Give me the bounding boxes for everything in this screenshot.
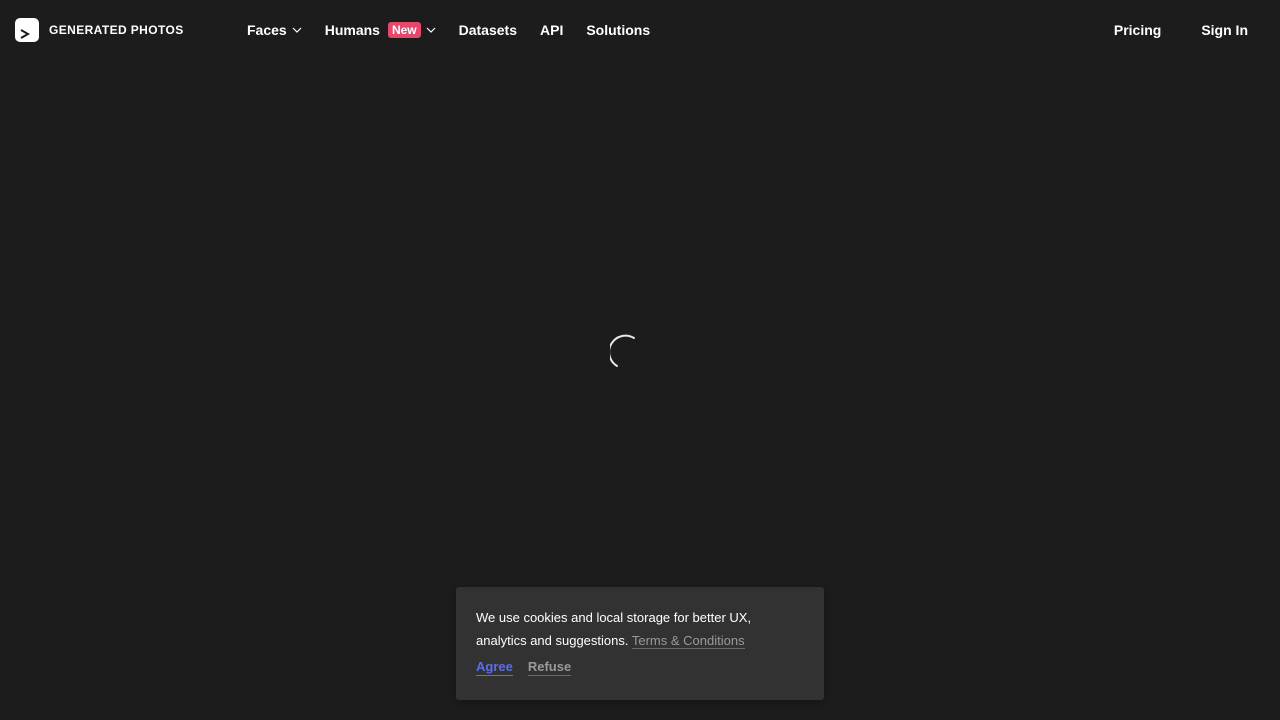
- sign-in-link[interactable]: Sign In: [1201, 22, 1248, 38]
- cookie-actions: Agree Refuse: [476, 659, 804, 676]
- top-navbar: GENERATED PHOTOS Faces Humans New Datase…: [0, 0, 1280, 60]
- nav-solutions[interactable]: Solutions: [586, 22, 650, 38]
- terms-link[interactable]: Terms & Conditions: [631, 633, 745, 649]
- refuse-button[interactable]: Refuse: [527, 659, 572, 676]
- brand-logo-link[interactable]: GENERATED PHOTOS: [15, 18, 184, 42]
- nav-datasets[interactable]: Datasets: [459, 22, 517, 38]
- chevron-down-icon: [292, 27, 302, 33]
- account-nav: Pricing Sign In: [1114, 0, 1248, 60]
- nav-humans-label: Humans: [324, 22, 380, 38]
- agree-button[interactable]: Agree: [476, 659, 513, 676]
- play-chevron-icon: [15, 18, 39, 42]
- cookie-message: We use cookies and local storage for bet…: [476, 606, 804, 652]
- nav-humans[interactable]: Humans New: [325, 22, 436, 38]
- main-nav: Faces Humans New Datasets API Solutions: [247, 0, 673, 60]
- loading-spinner-icon: [608, 333, 650, 373]
- nav-faces[interactable]: Faces: [247, 22, 302, 38]
- chevron-down-icon: [426, 27, 436, 33]
- cookie-banner: We use cookies and local storage for bet…: [456, 587, 824, 700]
- brand-name: GENERATED PHOTOS: [49, 23, 184, 37]
- nav-faces-label: Faces: [247, 22, 287, 38]
- nav-api[interactable]: API: [540, 22, 563, 38]
- nav-pricing[interactable]: Pricing: [1114, 22, 1161, 38]
- page: GENERATED PHOTOS Faces Humans New Datase…: [0, 0, 1280, 720]
- new-badge: New: [387, 22, 421, 38]
